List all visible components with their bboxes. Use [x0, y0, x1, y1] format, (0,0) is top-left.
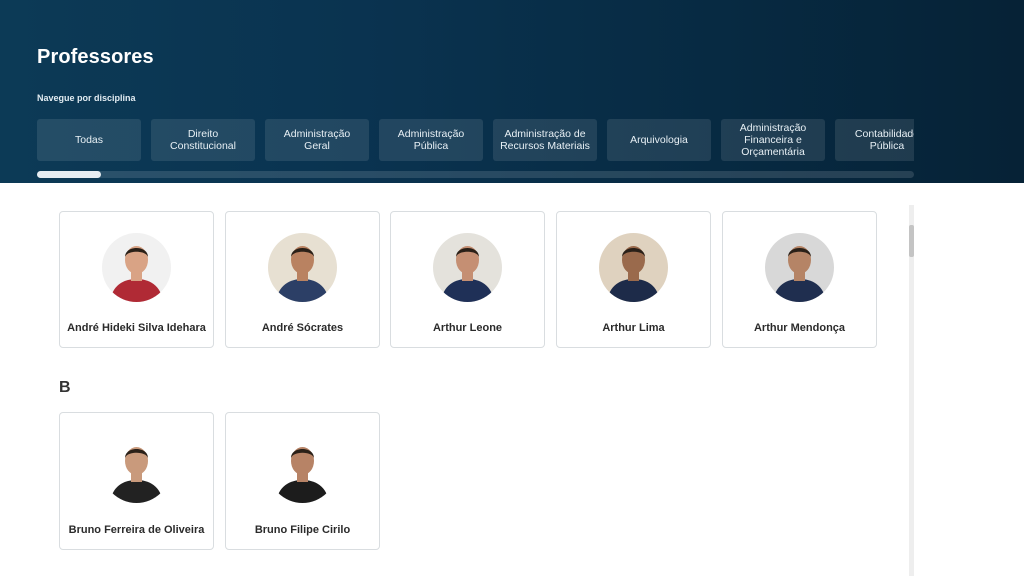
teacher-card[interactable]: Bruno Ferreira de Oliveira: [59, 412, 214, 550]
teacher-name: Bruno Filipe Cirilo: [254, 524, 351, 536]
discipline-filter-todas[interactable]: Todas: [37, 119, 141, 161]
teacher-name: André Hideki Silva Idehara: [67, 322, 206, 334]
discipline-filter-administracao-geral[interactable]: Administração Geral: [265, 119, 369, 161]
discipline-filter-financeira-orcamentaria[interactable]: Administração Financeira e Orçamentária: [721, 119, 825, 161]
person-photo-icon: [102, 434, 171, 503]
person-photo-icon: [599, 233, 668, 302]
header-banner: Professores Navegue por disciplina Todas…: [0, 0, 1024, 183]
teacher-card[interactable]: Arthur Lima: [556, 211, 711, 348]
discipline-scrollbar[interactable]: [37, 171, 914, 178]
discipline-filter-recursos-materiais[interactable]: Administração de Recursos Materiais: [493, 119, 597, 161]
discipline-filter-direito-constitucional[interactable]: Direito Constitucional: [151, 119, 255, 161]
teacher-list: B André Hideki Silva Idehara André Sócra…: [0, 183, 910, 576]
section-letter-b: B: [59, 379, 71, 396]
page-title: Professores: [37, 46, 154, 68]
discipline-nav-caption: Navegue por disciplina: [37, 93, 136, 103]
page-scrollbar[interactable]: [909, 205, 914, 576]
teacher-card[interactable]: André Hideki Silva Idehara: [59, 211, 214, 348]
person-photo-icon: [268, 434, 337, 503]
discipline-filter-administracao-publica[interactable]: Administração Pública: [379, 119, 483, 161]
person-photo-icon: [765, 233, 834, 302]
discipline-filter-arquivologia[interactable]: Arquivologia: [607, 119, 711, 161]
teacher-name: Bruno Ferreira de Oliveira: [68, 524, 205, 536]
person-photo-icon: [433, 233, 502, 302]
teacher-card[interactable]: Arthur Leone: [390, 211, 545, 348]
teacher-card[interactable]: André Sócrates: [225, 211, 380, 348]
teacher-card[interactable]: Bruno Filipe Cirilo: [225, 412, 380, 550]
teacher-name: André Sócrates: [261, 322, 344, 334]
person-photo-icon: [268, 233, 337, 302]
discipline-filter-contabilidade-publica[interactable]: Contabilidade Pública: [835, 119, 914, 161]
page-scrollbar-thumb[interactable]: [909, 225, 914, 257]
teacher-name: Arthur Mendonça: [753, 322, 846, 334]
discipline-filter-bar: Todas Direito Constitucional Administraç…: [37, 119, 914, 161]
teacher-name: Arthur Lima: [602, 322, 665, 334]
person-photo-icon: [102, 233, 171, 302]
discipline-scrollbar-thumb[interactable]: [37, 171, 101, 178]
teacher-card[interactable]: Arthur Mendonça: [722, 211, 877, 348]
teacher-name: Arthur Leone: [432, 322, 503, 334]
